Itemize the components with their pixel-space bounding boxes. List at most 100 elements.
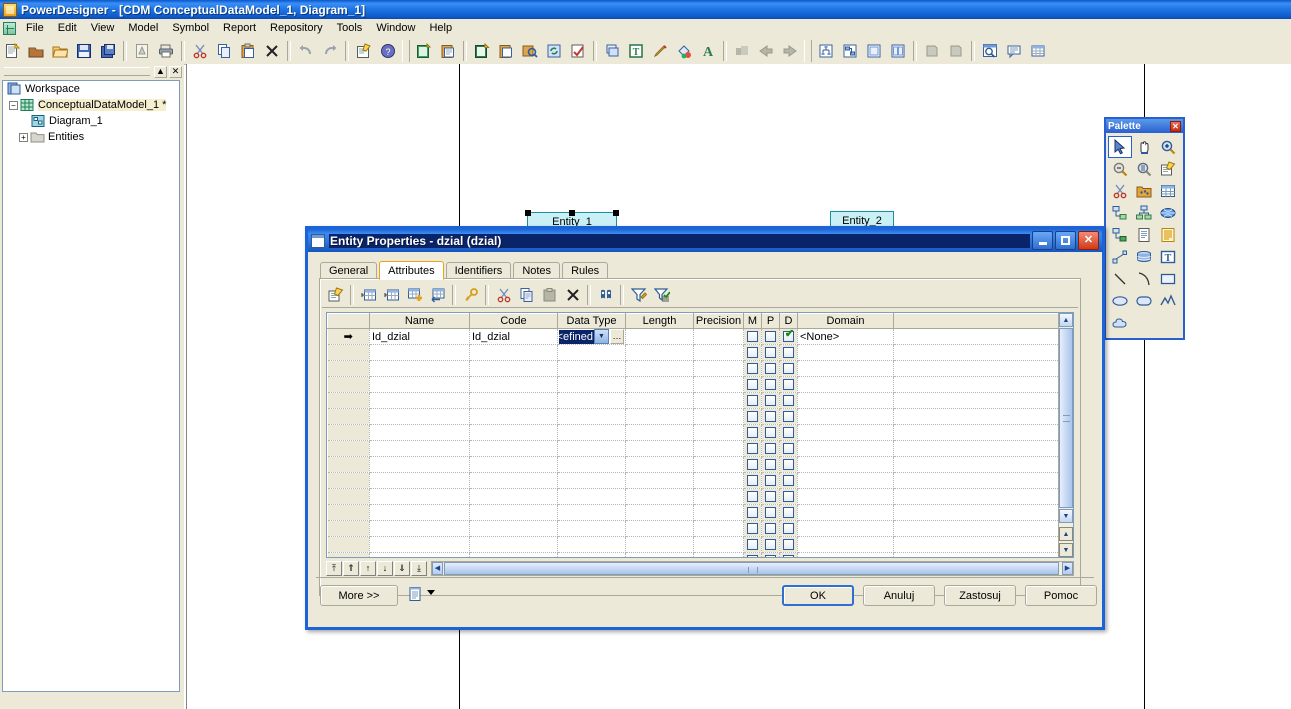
paste-icon[interactable] [539,285,560,306]
hscroll-thumb[interactable] [444,561,1059,575]
cell-length[interactable] [625,472,694,489]
cell-name[interactable] [369,360,470,377]
cell-checkbox[interactable] [743,408,762,425]
cell-length[interactable] [625,360,694,377]
restore-button[interactable]: ▲ [154,65,167,78]
move-up-icon[interactable]: ↑ [360,560,376,576]
cell-datatype[interactable] [557,504,626,521]
checkbox-m[interactable] [747,443,758,455]
scroll-up-button[interactable]: ▲ [1059,313,1073,327]
ellipse-tool-icon[interactable] [1108,290,1132,312]
checkbox-m[interactable] [747,475,758,487]
cell-blank[interactable] [893,376,1060,393]
zoom-page-icon[interactable] [921,40,943,62]
menu-item-tools[interactable]: Tools [330,20,370,36]
text-tool-icon[interactable]: T [1156,246,1180,268]
new-diagram-icon[interactable] [471,40,493,62]
tab-notes[interactable]: Notes [513,262,561,279]
table-row[interactable] [327,536,1060,553]
cell-datatype[interactable] [557,440,626,457]
help-button[interactable]: Pomoc [1025,585,1097,606]
open-workspace-icon[interactable] [25,40,47,62]
cell-domain[interactable] [797,536,894,553]
arc-tool-icon[interactable] [1132,268,1156,290]
checkbox-m[interactable] [747,363,758,375]
col-header-p[interactable]: P [761,313,780,329]
zoom-fit-icon[interactable] [945,40,967,62]
menu-item-model[interactable]: Model [121,20,165,36]
checkbox-p[interactable] [765,443,776,455]
move-down-icon[interactable]: ↓ [377,560,393,576]
cell-precision[interactable] [693,520,744,537]
checkbox-d[interactable] [783,459,794,471]
paste-special-icon[interactable] [495,40,517,62]
cell-name[interactable] [369,456,470,473]
file-tool-icon[interactable] [1132,224,1156,246]
col-header-domain[interactable]: Domain [797,313,894,329]
view-dependencies-icon[interactable] [815,40,837,62]
cell-length[interactable] [625,376,694,393]
properties-icon[interactable] [353,40,375,62]
apply-button[interactable]: Zastosuj [944,585,1016,606]
checkbox-d[interactable] [783,555,794,557]
col-header-m[interactable]: M [743,313,762,329]
cell-precision[interactable] [693,536,744,553]
cell-length[interactable] [625,440,694,457]
row-marker[interactable] [327,360,370,377]
rectangle-tool-icon[interactable] [1156,268,1180,290]
association-tool-icon[interactable] [1156,202,1180,224]
cell-checkbox[interactable] [761,376,780,393]
checkbox-d[interactable] [783,491,794,503]
checkbox-m[interactable] [747,491,758,503]
cell-checkbox[interactable] [761,408,780,425]
cell-checkbox[interactable] [779,536,798,553]
cell-datatype[interactable] [557,376,626,393]
checkbox-p[interactable] [765,395,776,407]
cell-checkbox[interactable] [761,520,780,537]
col-header-name[interactable]: Name [369,313,470,329]
cell-datatype[interactable] [557,472,626,489]
cell-checkbox[interactable] [743,472,762,489]
cell-checkbox[interactable] [779,408,798,425]
toolbar-grip[interactable] [402,39,410,62]
move-first-icon[interactable]: ⤒ [326,560,342,576]
menu-item-repository[interactable]: Repository [263,20,330,36]
primary-key-icon[interactable] [460,285,481,306]
back-icon[interactable] [755,40,777,62]
cell-code[interactable] [469,408,558,425]
comment-icon[interactable] [1003,40,1025,62]
link-tool-icon[interactable] [1108,246,1132,268]
cut-icon[interactable] [189,40,211,62]
datatype-value[interactable]: efined> [559,329,594,344]
row-marker[interactable] [327,536,370,553]
table-row[interactable] [327,424,1060,441]
cell-blank[interactable] [893,456,1060,473]
paste-icon[interactable] [237,40,259,62]
checkbox-m[interactable] [747,539,758,551]
row-marker[interactable] [327,376,370,393]
rounded-rect-tool-icon[interactable] [1132,290,1156,312]
menu-item-help[interactable]: Help [422,20,459,36]
cell-checkbox[interactable] [779,488,798,505]
table-row[interactable] [327,552,1060,557]
close-button[interactable]: ✕ [1078,231,1099,250]
checkbox-m[interactable] [747,395,758,407]
cell-blank[interactable] [893,344,1060,361]
cell-blank[interactable] [893,552,1060,557]
checkbox-d[interactable] [783,507,794,519]
scroll-thumb[interactable] [1059,328,1073,508]
cell-datatype[interactable] [557,520,626,537]
cell-domain[interactable] [797,552,894,557]
checkbox-m[interactable] [747,507,758,519]
check-model-icon[interactable] [567,40,589,62]
checkbox-m[interactable] [747,555,758,557]
row-marker[interactable] [327,504,370,521]
more-button[interactable]: More >> [320,585,398,606]
checkbox-p[interactable] [765,363,776,375]
menu-item-file[interactable]: File [19,20,51,36]
cell-checkbox[interactable] [779,504,798,521]
cell-checkbox[interactable] [779,376,798,393]
row-marker[interactable] [327,344,370,361]
cell-displayed[interactable] [779,328,798,345]
cell-precision[interactable] [693,472,744,489]
